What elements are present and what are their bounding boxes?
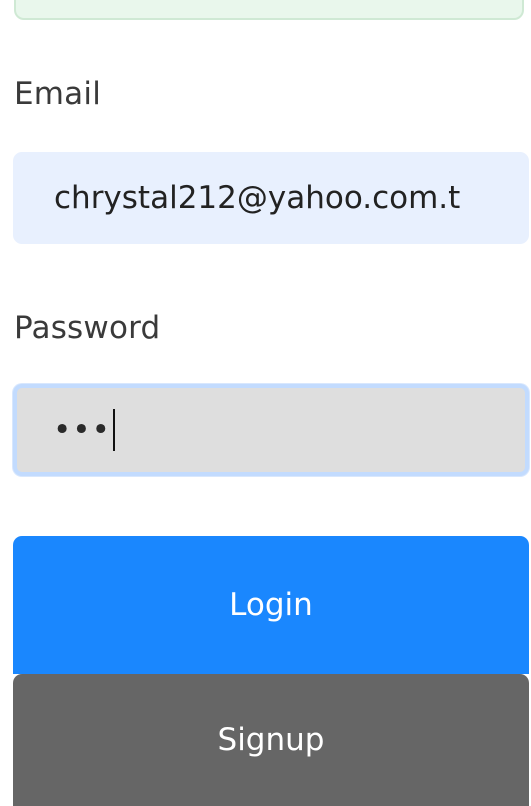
- email-input-value: chrystal212@yahoo.com.t: [54, 180, 461, 216]
- login-button[interactable]: Login: [13, 536, 529, 674]
- top-alert-box: [14, 0, 524, 20]
- password-input[interactable]: •••: [13, 384, 529, 476]
- password-label: Password: [14, 310, 161, 346]
- email-input[interactable]: chrystal212@yahoo.com.t: [13, 152, 529, 244]
- signup-button-label: Signup: [217, 722, 325, 758]
- signup-button[interactable]: Signup: [13, 674, 529, 806]
- email-label: Email: [14, 76, 102, 112]
- login-page: Email chrystal212@yahoo.com.t Password •…: [0, 0, 531, 806]
- text-cursor: [112, 409, 115, 451]
- password-masked-value: •••: [53, 412, 111, 448]
- login-button-label: Login: [229, 587, 313, 623]
